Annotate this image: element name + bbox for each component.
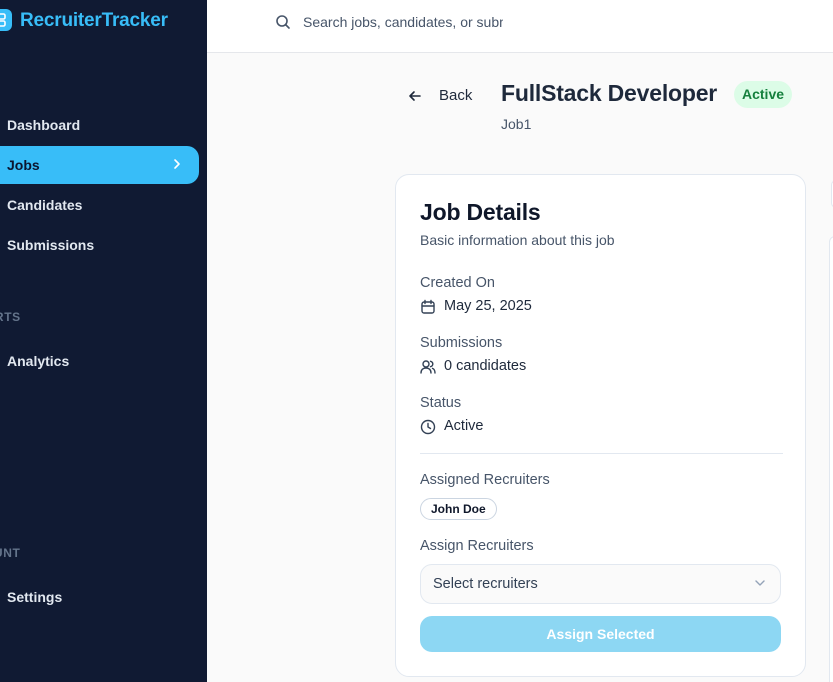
created-label: Created On <box>420 275 495 291</box>
section-label-reports: ORTS <box>0 310 21 324</box>
recruiters-select[interactable]: Select recruiters <box>420 564 781 604</box>
assigned-recruiters-label: Assigned Recruiters <box>420 472 550 488</box>
sidebar-item-settings[interactable]: Settings <box>0 578 199 616</box>
app-name: RecruiterTracker <box>20 10 168 31</box>
sidebar: RecruiterTracker Dashboard Jobs Candidat… <box>0 0 207 682</box>
sidebar-item-label: Dashboard <box>7 117 81 133</box>
status-text: Active <box>444 418 484 434</box>
arrow-left-icon <box>409 91 421 101</box>
job-details-card: Job Details Basic information about this… <box>395 174 806 677</box>
sidebar-item-candidates[interactable]: Candidates <box>0 186 199 224</box>
submissions-count: 0 candidates <box>444 358 527 374</box>
recruiter-chip[interactable]: John Doe <box>420 498 497 520</box>
search-input[interactable] <box>303 10 503 34</box>
assign-recruiters-label: Assign Recruiters <box>420 538 534 554</box>
select-placeholder: Select recruiters <box>433 576 538 592</box>
divider <box>420 453 783 454</box>
sidebar-item-label: Candidates <box>7 197 83 213</box>
sidebar-item-label: Jobs <box>7 157 40 173</box>
created-date: May 25, 2025 <box>444 298 532 314</box>
job-id: Job1 <box>501 116 532 132</box>
card-subtitle: Basic information about this job <box>420 232 615 248</box>
sidebar-item-analytics[interactable]: Analytics <box>0 342 199 380</box>
search-icon <box>276 15 290 29</box>
sidebar-item-jobs[interactable]: Jobs <box>0 146 199 184</box>
logo-icon <box>0 9 12 31</box>
status-label: Status <box>420 395 462 411</box>
side-card <box>829 236 833 682</box>
sidebar-item-label: Submissions <box>7 237 95 253</box>
status-badge: Active <box>734 81 793 108</box>
sidebar-item-dashboard[interactable]: Dashboard <box>0 106 199 144</box>
assign-selected-button[interactable]: Assign Selected <box>420 616 781 652</box>
users-icon <box>420 360 436 374</box>
calendar-icon <box>421 299 435 314</box>
clock-icon <box>420 419 436 435</box>
top-bar <box>207 0 833 53</box>
submissions-label: Submissions <box>420 335 503 351</box>
back-label: Back <box>439 87 473 104</box>
section-label-account: OUNT <box>0 546 21 560</box>
search-box[interactable] <box>265 8 505 36</box>
card-title: Job Details <box>420 199 541 225</box>
sidebar-item-submissions[interactable]: Submissions <box>0 226 199 264</box>
sidebar-item-label: Analytics <box>7 353 70 369</box>
chevron-down-icon <box>755 580 765 586</box>
page-title: FullStack Developer <box>501 80 718 106</box>
chevron-right-icon <box>174 159 180 169</box>
sidebar-item-label: Settings <box>7 589 63 605</box>
